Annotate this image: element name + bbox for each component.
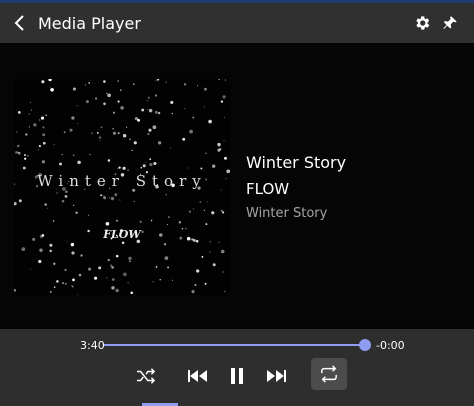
elapsed-time: 3:40 — [80, 339, 105, 352]
back-button[interactable] — [6, 3, 34, 43]
skip-next-icon — [267, 370, 286, 382]
repeat-icon — [321, 365, 337, 383]
settings-button[interactable] — [408, 9, 436, 37]
shuffle-button[interactable] — [128, 360, 164, 392]
skip-previous-icon — [188, 370, 207, 382]
window-title: Media Player — [38, 13, 141, 33]
previous-button[interactable] — [180, 360, 216, 392]
pin-button[interactable] — [436, 9, 464, 37]
chevron-left-icon — [14, 15, 24, 31]
remaining-time: -0:00 — [376, 339, 405, 352]
pin-icon — [443, 16, 457, 29]
playback-controls: 3:40 -0:00 — [0, 329, 474, 406]
pause-icon — [231, 368, 243, 384]
artist-name: FLOW — [246, 180, 290, 198]
album-art-band: FLOW — [103, 228, 141, 241]
album-art-title: Winter Story — [37, 172, 207, 190]
album-art: Winter Story FLOW — [14, 79, 230, 295]
song-title: Winter Story — [246, 153, 347, 172]
track-info: Winter Story FLOW Winter Story — [246, 153, 346, 221]
next-button[interactable] — [258, 360, 294, 392]
seek-bar[interactable] — [104, 339, 371, 351]
seek-thumb[interactable] — [358, 339, 371, 351]
title-bar: Media Player — [0, 3, 474, 43]
play-pause-button[interactable] — [219, 360, 255, 392]
album-name: Winter Story — [246, 206, 328, 221]
shuffle-icon — [137, 368, 156, 384]
gear-icon — [416, 16, 430, 30]
now-playing-area: Winter Story FLOW Winter Story FLOW Wint… — [0, 43, 474, 329]
repeat-button[interactable] — [311, 358, 347, 390]
seek-bar-fill — [104, 344, 365, 346]
